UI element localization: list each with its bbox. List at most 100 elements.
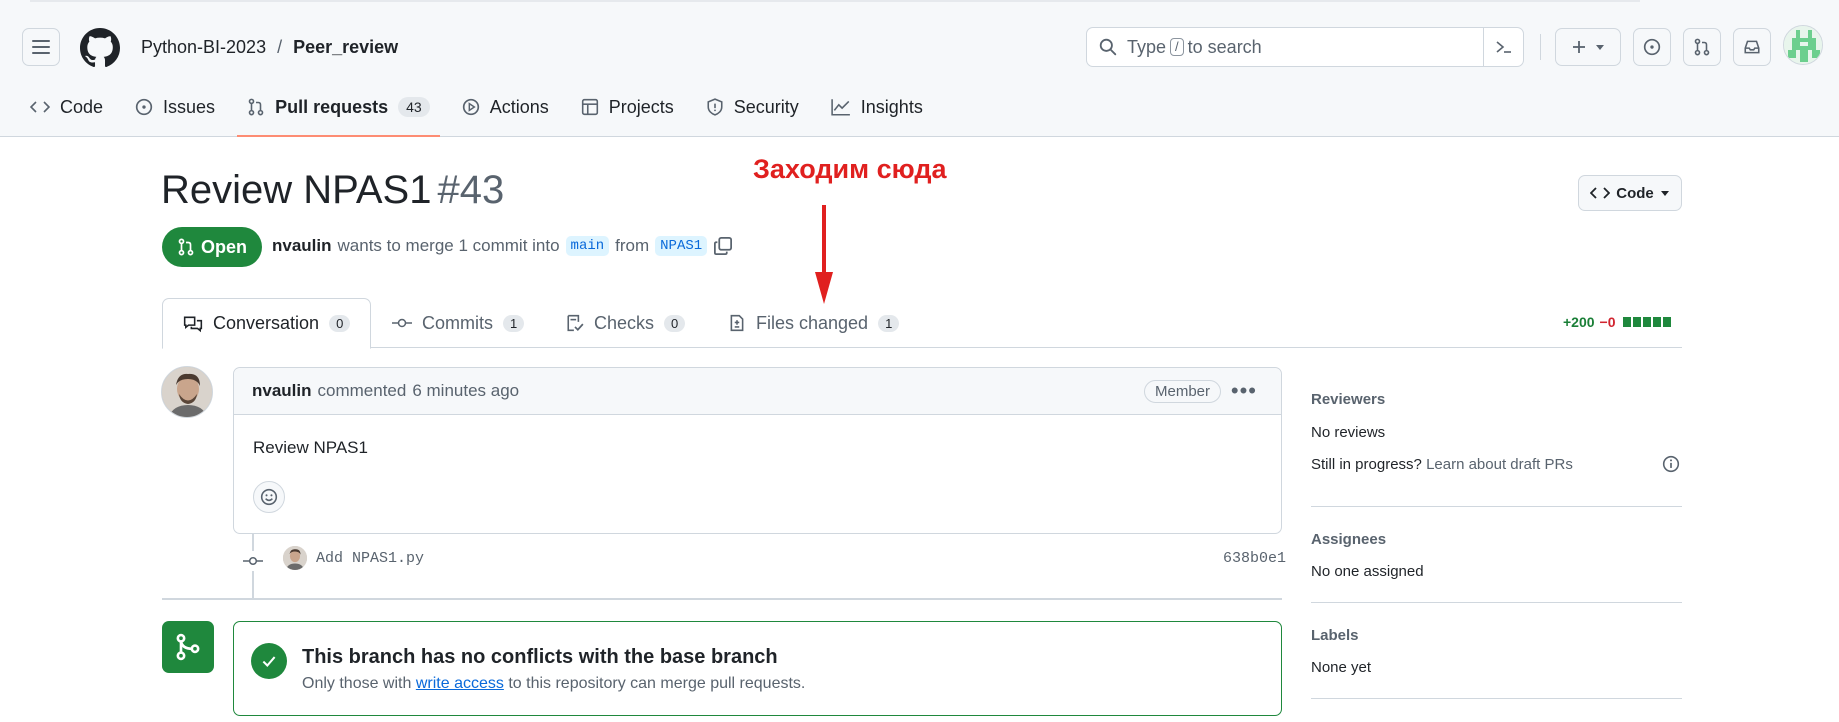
header-divider xyxy=(1540,34,1541,60)
app-header: Python-BI-2023 / Peer_review Type / to s… xyxy=(0,0,1839,137)
file-diff-icon xyxy=(730,314,744,332)
draft-hint: Still in progress? Learn about draft PRs xyxy=(1311,456,1682,473)
inbox-button[interactable] xyxy=(1733,28,1771,66)
draft-question: Still in progress? xyxy=(1311,456,1422,473)
comment-card: nvaulin commented 6 minutes ago Member •… xyxy=(233,367,1282,534)
files-changed-counter: 1 xyxy=(878,314,900,332)
tab-commits[interactable]: Commits 1 xyxy=(392,298,525,348)
issue-opened-icon xyxy=(1643,38,1661,56)
tab-files-changed[interactable]: Files changed 1 xyxy=(728,298,900,348)
commit-sha-link[interactable]: 638b0e1 xyxy=(1223,550,1286,567)
comment-time[interactable]: 6 minutes ago xyxy=(412,381,519,401)
git-pull-request-icon xyxy=(248,98,264,116)
git-commit-icon xyxy=(392,318,412,328)
write-access-link[interactable]: write access xyxy=(416,675,504,692)
menu-button[interactable] xyxy=(22,28,60,66)
pr-author-link[interactable]: nvaulin xyxy=(272,236,332,256)
avatar[interactable] xyxy=(161,366,213,418)
pull-requests-button[interactable] xyxy=(1683,28,1721,66)
tab-conversation-label: Conversation xyxy=(213,313,320,333)
head-branch[interactable]: NPAS1 xyxy=(655,236,708,256)
search-placeholder-prefix: Type xyxy=(1127,36,1167,57)
comment-author[interactable]: nvaulin xyxy=(252,381,312,401)
assignees-heading[interactable]: Assignees xyxy=(1311,531,1682,548)
annotation-label: Заходим сюда xyxy=(753,154,947,184)
search-icon xyxy=(1099,38,1117,56)
page-title: Review NPAS1 #43 xyxy=(161,168,504,213)
terminal-icon xyxy=(1495,41,1511,53)
caret-down-icon xyxy=(1660,191,1669,196)
smiley-icon xyxy=(260,488,278,506)
command-palette-button[interactable] xyxy=(1483,28,1523,66)
search-placeholder-suffix: to search xyxy=(1187,36,1262,57)
tab-checks-label: Checks xyxy=(594,312,655,333)
diffstat: +200 −0 xyxy=(1563,314,1671,330)
github-logo-icon[interactable] xyxy=(80,28,120,68)
identicon-avatar xyxy=(1784,26,1822,64)
sidebar-divider xyxy=(1311,698,1682,699)
merge-sub-suffix: to this repository can merge pull reques… xyxy=(508,675,806,692)
pull-requests-counter: 43 xyxy=(398,97,430,117)
labels-heading[interactable]: Labels xyxy=(1311,627,1682,644)
user-photo-avatar xyxy=(162,367,212,417)
nav-issues[interactable]: Issues xyxy=(125,90,225,124)
search-input[interactable]: Type / to search xyxy=(1086,27,1524,67)
comment-discussion-icon xyxy=(183,316,203,332)
merge-status-subtitle: Only those with write access to this rep… xyxy=(302,675,805,693)
nav-actions-label: Actions xyxy=(489,96,549,117)
code-dropdown-button[interactable]: Code xyxy=(1578,175,1682,211)
tab-commits-label: Commits xyxy=(422,312,493,333)
nav-actions[interactable]: Actions xyxy=(452,90,559,124)
info-icon[interactable] xyxy=(1662,455,1680,473)
draft-prs-link[interactable]: Learn about draft PRs xyxy=(1426,456,1573,473)
caret-down-icon xyxy=(1596,45,1604,50)
nav-insights-label: Insights xyxy=(860,96,923,117)
nav-projects[interactable]: Projects xyxy=(571,90,684,124)
nav-projects-label: Projects xyxy=(608,96,674,117)
diffstat-bars xyxy=(1622,317,1671,327)
comment-action: commented xyxy=(317,381,407,400)
commit-author-avatar[interactable] xyxy=(283,546,307,570)
search-shortcut-key: / xyxy=(1170,38,1184,56)
tab-conversation[interactable]: Conversation 0 xyxy=(162,298,372,349)
diffstat-additions: +200 xyxy=(1563,314,1595,330)
merge-status-box: This branch has no conflicts with the ba… xyxy=(233,621,1282,716)
reviewers-value: No reviews xyxy=(1311,424,1386,441)
kebab-horizontal-icon[interactable]: ••• xyxy=(1231,378,1257,404)
pr-meta: nvaulin wants to merge 1 commit into mai… xyxy=(272,236,733,256)
plus-icon xyxy=(1573,41,1585,53)
nav-security[interactable]: Security xyxy=(696,90,809,124)
pr-title: Review NPAS1 xyxy=(161,168,432,212)
commit-message-link[interactable]: Add NPAS1.py xyxy=(316,550,424,567)
reviewers-heading[interactable]: Reviewers xyxy=(1311,391,1682,408)
play-icon xyxy=(462,98,479,116)
comment-header: nvaulin commented 6 minutes ago Member •… xyxy=(234,368,1281,415)
sidebar-divider xyxy=(1311,506,1682,507)
check-circle-icon xyxy=(251,643,287,679)
add-reaction-button[interactable] xyxy=(253,481,285,513)
issues-button[interactable] xyxy=(1633,28,1671,66)
code-button-label: Code xyxy=(1616,184,1654,202)
issue-opened-icon xyxy=(135,98,153,116)
repo-name-link[interactable]: Peer_review xyxy=(293,37,398,58)
nav-pull-requests[interactable]: Pull requests 43 xyxy=(237,90,440,137)
nav-security-label: Security xyxy=(733,96,799,117)
create-new-button[interactable] xyxy=(1555,28,1621,66)
user-avatar-menu[interactable] xyxy=(1783,25,1823,65)
table-icon xyxy=(581,98,598,116)
base-branch[interactable]: main xyxy=(565,236,610,256)
graph-icon xyxy=(831,99,850,116)
nav-insights[interactable]: Insights xyxy=(821,90,933,124)
nav-issues-label: Issues xyxy=(163,96,216,117)
code-icon xyxy=(1590,187,1611,199)
copy-icon[interactable] xyxy=(713,236,733,256)
checklist-icon xyxy=(567,314,584,332)
code-icon xyxy=(30,101,50,113)
labels-value: None yet xyxy=(1311,659,1372,676)
nav-code-label: Code xyxy=(60,96,104,117)
nav-code[interactable]: Code xyxy=(20,90,113,124)
git-pull-request-icon xyxy=(1694,38,1710,56)
repo-owner-link[interactable]: Python-BI-2023 xyxy=(141,37,266,58)
breadcrumb-separator: / xyxy=(277,37,283,57)
tab-checks[interactable]: Checks 0 xyxy=(566,298,686,348)
